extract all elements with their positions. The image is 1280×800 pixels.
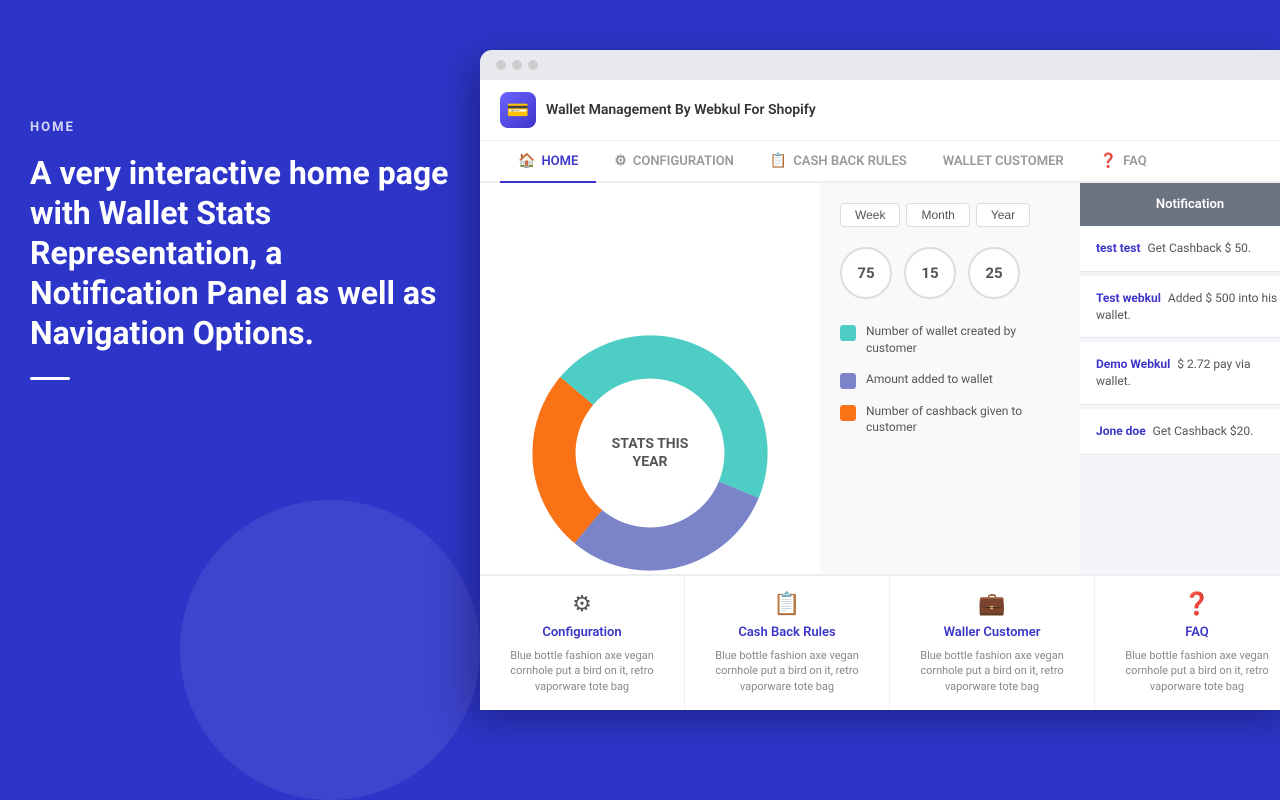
legend-item-1: Number of wallet created by customer [840, 323, 1060, 357]
legend-color-1 [840, 325, 856, 341]
browser-dot-2 [512, 60, 522, 70]
tab-faq[interactable]: ❓ FAQ [1082, 141, 1165, 183]
stat-circle-2: 15 [904, 247, 956, 299]
nav-tabs: 🏠 HOME ⚙ CONFIGURATION 📋 CASH BACK RULES… [480, 141, 1280, 183]
legend-label-1: Number of wallet created by customer [866, 323, 1060, 357]
bottom-card-wallet[interactable]: 💼 Waller Customer Blue bottle fashion ax… [890, 575, 1095, 710]
tab-configuration[interactable]: ⚙ CONFIGURATION [596, 141, 752, 183]
faq-tab-icon: ❓ [1100, 153, 1117, 169]
tab-cashback[interactable]: 📋 CASH BACK RULES [752, 141, 925, 183]
donut-chart: STATS THIS YEAR [530, 333, 770, 573]
wallet-card-title: Waller Customer [944, 625, 1041, 640]
decorative-circle [180, 500, 480, 800]
bottom-card-configuration[interactable]: ⚙ Configuration Blue bottle fashion axe … [480, 575, 685, 710]
browser-dot-1 [496, 60, 506, 70]
cashback-card-title: Cash Back Rules [738, 625, 835, 640]
config-tab-icon: ⚙ [614, 153, 627, 169]
notification-item-1: test test Get Cashback $ 50. [1080, 226, 1280, 272]
stat-circle-3: 25 [968, 247, 1020, 299]
legend-label-2: Amount added to wallet [866, 371, 993, 388]
tab-home[interactable]: 🏠 HOME [500, 141, 596, 183]
notification-sender-4: Jone doe [1096, 424, 1146, 438]
notification-item-2: Test webkul Added $ 500 into his wallet. [1080, 276, 1280, 339]
browser-dot-3 [528, 60, 538, 70]
bottom-card-faq[interactable]: ❓ FAQ Blue bottle fashion axe vegan corn… [1095, 575, 1280, 710]
text-divider [30, 377, 70, 380]
browser-window: 💳 Wallet Management By Webkul For Shopif… [480, 50, 1280, 710]
tab-cashback-label: CASH BACK RULES [793, 154, 906, 169]
time-buttons: Week Month Year [840, 203, 1060, 227]
notification-message-1: Get Cashback $ 50. [1148, 241, 1252, 255]
app-header: 💳 Wallet Management By Webkul For Shopif… [480, 80, 1280, 141]
wallet-card-desc: Blue bottle fashion axe vegan cornhole p… [906, 648, 1078, 694]
tab-configuration-label: CONFIGURATION [633, 154, 734, 169]
notification-sender-3: Demo Webkul [1096, 357, 1170, 371]
wallet-card-icon: 💼 [978, 592, 1005, 617]
legend-item-3: Number of cashback given to customer [840, 403, 1060, 437]
notification-sender-2: Test webkul [1096, 291, 1161, 305]
main-description: A very interactive home page with Wallet… [30, 153, 450, 353]
notification-item-3: Demo Webkul $ 2.72 pay via wallet. [1080, 342, 1280, 405]
home-label: HOME [30, 120, 450, 135]
faq-card-icon: ❓ [1183, 592, 1210, 617]
config-card-icon: ⚙ [572, 592, 592, 617]
cashback-card-desc: Blue bottle fashion axe vegan cornhole p… [701, 648, 873, 694]
year-button[interactable]: Year [976, 203, 1030, 227]
app-content: 💳 Wallet Management By Webkul For Shopif… [480, 80, 1280, 710]
week-button[interactable]: Week [840, 203, 900, 227]
tab-wallet-customer[interactable]: WALLET CUSTOMER [925, 141, 1082, 183]
tab-wallet-label: WALLET CUSTOMER [943, 154, 1064, 169]
legend-color-3 [840, 405, 856, 421]
tab-faq-label: FAQ [1123, 154, 1147, 169]
app-title: Wallet Management By Webkul For Shopify [546, 102, 816, 118]
config-card-desc: Blue bottle fashion axe vegan cornhole p… [496, 648, 668, 694]
legend-color-2 [840, 373, 856, 389]
faq-card-title: FAQ [1185, 625, 1209, 640]
notification-header: Notification [1080, 183, 1280, 226]
home-tab-icon: 🏠 [518, 153, 535, 169]
bottom-cards: ⚙ Configuration Blue bottle fashion axe … [480, 574, 1280, 710]
legend-items: Number of wallet created by customer Amo… [840, 323, 1060, 436]
notification-item-4: Jone doe Get Cashback $20. [1080, 409, 1280, 455]
notification-sender-1: test test [1096, 241, 1141, 255]
month-button[interactable]: Month [906, 203, 969, 227]
notification-message-4: Get Cashback $20. [1153, 424, 1254, 438]
legend-item-2: Amount added to wallet [840, 371, 1060, 389]
browser-topbar [480, 50, 1280, 80]
bottom-card-cashback[interactable]: 📋 Cash Back Rules Blue bottle fashion ax… [685, 575, 890, 710]
left-panel: HOME A very interactive home page with W… [30, 120, 450, 380]
stat-circle-1: 75 [840, 247, 892, 299]
tab-home-label: HOME [541, 154, 578, 169]
stat-circles: 75 15 25 [840, 247, 1060, 299]
faq-card-desc: Blue bottle fashion axe vegan cornhole p… [1111, 648, 1280, 694]
app-logo: 💳 [500, 92, 536, 128]
config-card-title: Configuration [542, 625, 621, 640]
legend-label-3: Number of cashback given to customer [866, 403, 1060, 437]
cashback-tab-icon: 📋 [770, 153, 787, 169]
cashback-card-icon: 📋 [773, 592, 800, 617]
